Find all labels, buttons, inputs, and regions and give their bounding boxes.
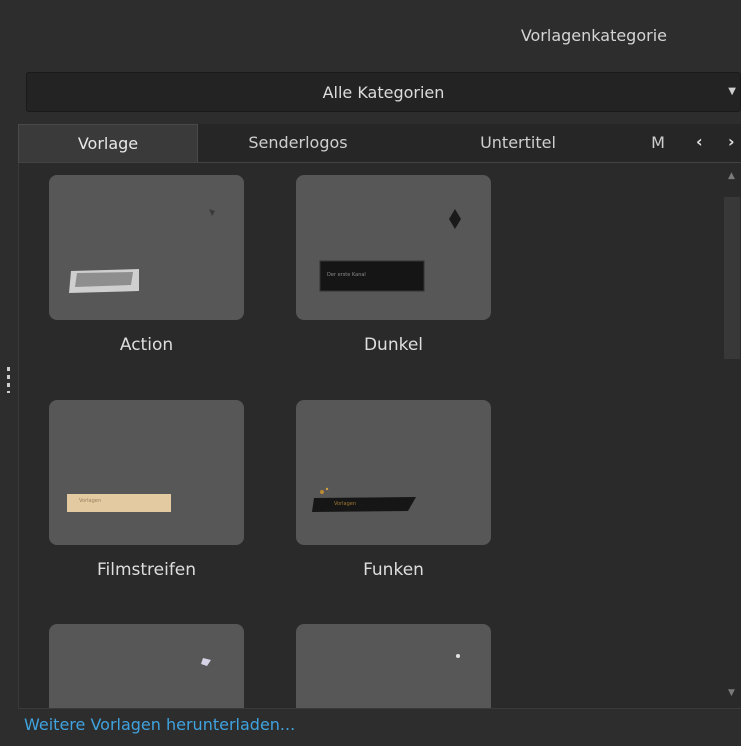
template-name: Dunkel [363,335,424,355]
template-tile-action[interactable]: Action [49,175,244,355]
tab-vorlage[interactable]: Vorlage [18,124,198,162]
scrollbar-thumb[interactable] [724,197,740,359]
template-thumbnail [296,624,491,708]
funken-preview-icon [312,487,416,512]
template-thumbnail: Vorlagen [296,400,491,545]
caret-down-icon: ▼ [728,86,736,97]
filmstreifen-preview-icon [67,494,171,512]
panel-resize-handle[interactable] [7,367,10,393]
template-grid: Action Der erste Kanal Dunkel Vorlagen F… [18,163,741,709]
template-tile[interactable] [49,624,244,708]
tab-next-icon[interactable]: › [728,124,735,162]
template-thumbnail: Vorlagen [49,400,244,545]
action-preview-icon [69,209,215,293]
template-thumbnail [49,624,244,708]
category-dropdown[interactable]: Alle Kategorien ▼ [26,72,741,112]
tab-untertitel[interactable]: Untertitel [458,124,578,162]
template-tile-funken[interactable]: Vorlagen Funken [296,400,491,580]
template-name: Funken [363,560,424,580]
template-name: Action [119,335,174,355]
preview-text: Vorlagen [79,498,102,504]
vertical-scrollbar[interactable]: ▲ ▼ [722,163,741,708]
category-dropdown-value: Alle Kategorien [322,83,445,102]
template-tile-filmstreifen[interactable]: Vorlagen Filmstreifen [49,400,244,580]
template-preview-icon [456,654,460,658]
template-tile-dunkel[interactable]: Der erste Kanal Dunkel [296,175,491,355]
tab-senderlogos[interactable]: Senderlogos [228,124,368,162]
download-more-templates-link[interactable]: Weitere Vorlagen herunterladen... [24,715,295,734]
scroll-up-icon[interactable]: ▲ [728,171,735,181]
tab-bar: Vorlage Senderlogos Untertitel M ‹ › [18,124,741,163]
panel-title: Vorlagenkategorie [520,26,667,45]
tab-prev-icon[interactable]: ‹ [696,124,703,162]
dunkel-preview-icon [319,209,461,292]
template-thumbnail [49,175,244,320]
tab-more[interactable]: M [646,124,670,162]
template-tile[interactable] [296,624,491,708]
scroll-down-icon[interactable]: ▼ [728,688,735,698]
template-thumbnail: Der erste Kanal [296,175,491,320]
preview-text: Der erste Kanal [327,272,366,278]
template-preview-icon [201,658,211,666]
preview-text: Vorlagen [334,501,357,507]
template-name: Filmstreifen [96,560,197,580]
panel-header: Vorlagenkategorie [0,0,741,68]
